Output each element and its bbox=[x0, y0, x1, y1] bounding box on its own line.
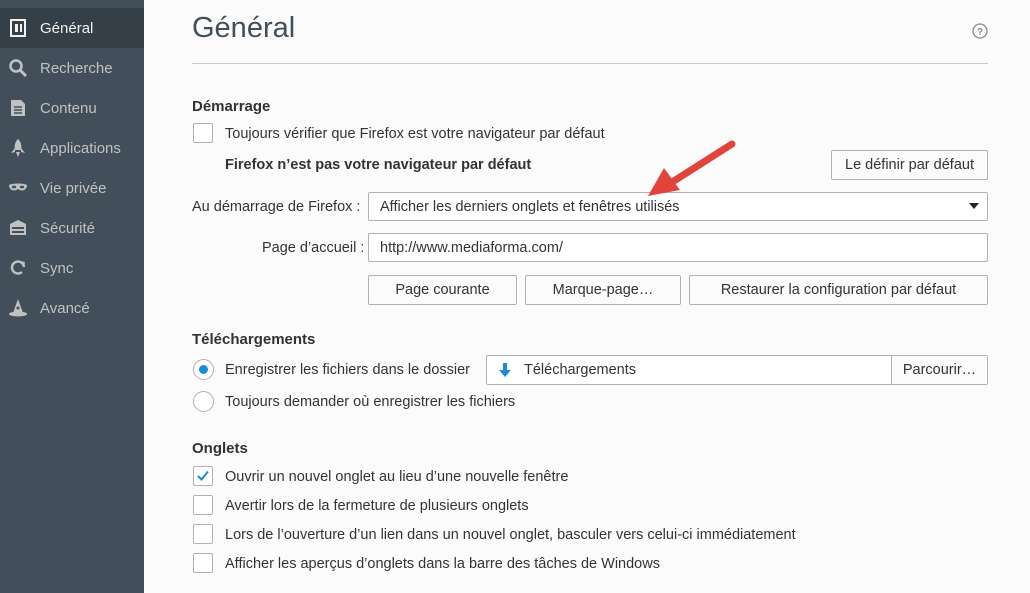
document-icon bbox=[8, 98, 28, 118]
taskbar-previews-checkbox[interactable] bbox=[193, 553, 213, 573]
switch-to-tab-label: Lors de l’ouverture d’un lien dans un no… bbox=[225, 527, 796, 543]
rocket-icon bbox=[8, 138, 28, 158]
browse-button[interactable]: Parcourir… bbox=[891, 356, 987, 384]
sidebar-item-applications[interactable]: Applications bbox=[0, 128, 144, 168]
help-icon[interactable]: ? bbox=[972, 23, 988, 39]
mask-icon bbox=[8, 178, 28, 198]
sync-icon bbox=[8, 258, 28, 278]
sidebar-item-general[interactable]: Général bbox=[0, 8, 144, 48]
sidebar-item-sync[interactable]: Sync bbox=[0, 248, 144, 288]
svg-text:?: ? bbox=[977, 27, 983, 38]
sidebar-item-security[interactable]: Sécurité bbox=[0, 208, 144, 248]
sidebar-item-search[interactable]: Recherche bbox=[0, 48, 144, 88]
download-folder-value: Téléchargements bbox=[524, 362, 637, 378]
chevron-down-icon bbox=[969, 203, 979, 209]
default-browser-label: Toujours vérifier que Firefox est votre … bbox=[225, 126, 605, 142]
section-heading-downloads: Téléchargements bbox=[192, 331, 316, 348]
sidebar-item-label: Avancé bbox=[40, 299, 90, 317]
wizard-hat-icon bbox=[8, 298, 28, 318]
sidebar-item-label: Applications bbox=[40, 139, 121, 157]
radio-selected-dot bbox=[199, 365, 208, 374]
save-to-folder-radio[interactable] bbox=[193, 359, 214, 380]
sidebar-item-label: Sync bbox=[40, 259, 74, 277]
not-default-browser-text: Firefox n’est pas votre navigateur par d… bbox=[225, 157, 532, 173]
sidebar-item-label: Vie privée bbox=[40, 179, 107, 197]
save-to-folder-label: Enregistrer les fichiers dans le dossier bbox=[225, 362, 470, 378]
download-arrow-icon bbox=[499, 363, 511, 377]
sidebar-item-privacy[interactable]: Vie privée bbox=[0, 168, 144, 208]
sidebar: Général Recherche Contenu Applications V… bbox=[0, 0, 144, 593]
switch-to-tab-checkbox[interactable] bbox=[193, 524, 213, 544]
on-start-label: Au démarrage de Firefox : bbox=[192, 199, 361, 215]
download-folder-field[interactable]: Téléchargements Parcourir… bbox=[486, 355, 988, 385]
taskbar-previews-label: Afficher les aperçus d’onglets dans la b… bbox=[225, 556, 660, 572]
sidebar-item-label: Contenu bbox=[40, 99, 97, 117]
sidebar-item-label: Recherche bbox=[40, 59, 113, 77]
sidebar-item-content[interactable]: Contenu bbox=[0, 88, 144, 128]
restore-default-button[interactable]: Restaurer la configuration par défaut bbox=[689, 275, 988, 305]
sidebar-item-label: Sécurité bbox=[40, 219, 96, 237]
always-ask-radio[interactable] bbox=[193, 391, 214, 412]
open-new-tab-label: Ouvrir un nouvel onglet au lieu d’une no… bbox=[225, 469, 569, 485]
main-panel: Général ? Démarrage Toujours vérifier qu… bbox=[144, 0, 1030, 593]
open-new-tab-checkbox[interactable] bbox=[193, 466, 213, 486]
search-icon bbox=[8, 58, 28, 78]
warn-close-tabs-checkbox[interactable] bbox=[193, 495, 213, 515]
sidebar-item-advanced[interactable]: Avancé bbox=[0, 288, 144, 328]
annotation-arrow-icon bbox=[648, 140, 736, 196]
warn-close-tabs-label: Avertir lors de la fermeture de plusieur… bbox=[225, 498, 529, 514]
shield-icon bbox=[8, 218, 28, 238]
title-divider bbox=[192, 63, 988, 64]
homepage-value: http://www.mediaforma.com/ bbox=[380, 239, 563, 256]
current-page-button[interactable]: Page courante bbox=[368, 275, 517, 305]
page-title: Général bbox=[192, 12, 296, 44]
bookmark-button[interactable]: Marque-page… bbox=[525, 275, 681, 305]
default-browser-checkbox[interactable] bbox=[193, 123, 213, 143]
homepage-input[interactable]: http://www.mediaforma.com/ bbox=[368, 233, 988, 262]
section-heading-startup: Démarrage bbox=[192, 98, 271, 115]
set-default-button[interactable]: Le définir par défaut bbox=[831, 150, 988, 180]
on-start-value: Afficher les derniers onglets et fenêtre… bbox=[380, 198, 680, 215]
section-heading-tabs: Onglets bbox=[192, 440, 248, 457]
always-ask-label: Toujours demander où enregistrer les fic… bbox=[225, 394, 516, 410]
sidebar-item-label: Général bbox=[40, 19, 94, 37]
general-icon bbox=[8, 18, 28, 38]
checkmark-icon bbox=[197, 470, 209, 481]
homepage-label: Page d’accueil : bbox=[262, 240, 365, 256]
